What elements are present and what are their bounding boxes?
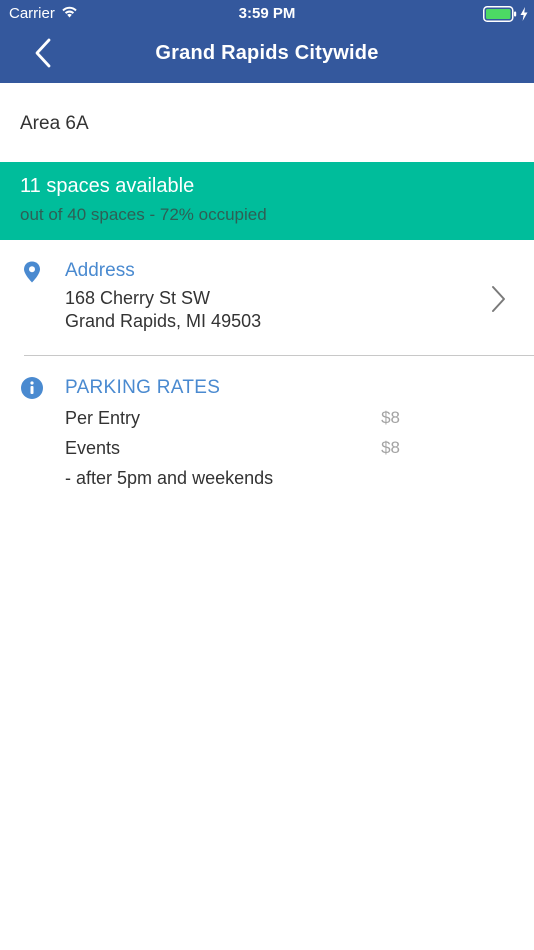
spaces-available-text: 11 spaces available (20, 175, 195, 197)
rate-row: Per Entry $8 (65, 408, 400, 432)
occupancy-detail-text: out of 40 spaces - 72% occupied (20, 205, 267, 224)
status-time: 3:59 PM (238, 5, 296, 22)
page-title: Grand Rapids Citywide (155, 42, 379, 64)
rate-price: $8 (381, 438, 400, 457)
battery-indicator (483, 6, 528, 27)
chevron-right-icon (490, 285, 506, 318)
info-icon (21, 377, 43, 404)
area-row: Area 6A (0, 83, 534, 162)
parking-rates-section: PARKING RATES Per Entry $8 Events $8 - a… (0, 356, 534, 506)
address-row[interactable]: Address 168 Cherry St SW Grand Rapids, M… (0, 240, 534, 355)
header: Carrier 3:59 PM Grand Rapids Citywide (0, 0, 534, 83)
navigation-bar: Grand Rapids Citywide (0, 28, 534, 83)
rate-price: $8 (381, 408, 400, 427)
rate-label: Per Entry (65, 408, 141, 428)
rate-label: Events (65, 438, 121, 458)
location-pin-icon (23, 261, 41, 288)
status-bar: Carrier 3:59 PM (0, 0, 534, 28)
rate-row: Events $8 (65, 438, 400, 462)
address-heading: Address (65, 260, 135, 281)
address-street: 168 Cherry St SW (65, 288, 211, 308)
charging-bolt-icon (520, 7, 528, 26)
parking-rates-heading: PARKING RATES (65, 377, 221, 398)
address-city: Grand Rapids, MI 49503 (65, 311, 262, 331)
rate-note: - after 5pm and weekends (65, 468, 274, 488)
battery-icon (483, 6, 517, 27)
availability-banner: 11 spaces available out of 40 spaces - 7… (0, 162, 534, 240)
area-name: Area 6A (20, 113, 89, 134)
